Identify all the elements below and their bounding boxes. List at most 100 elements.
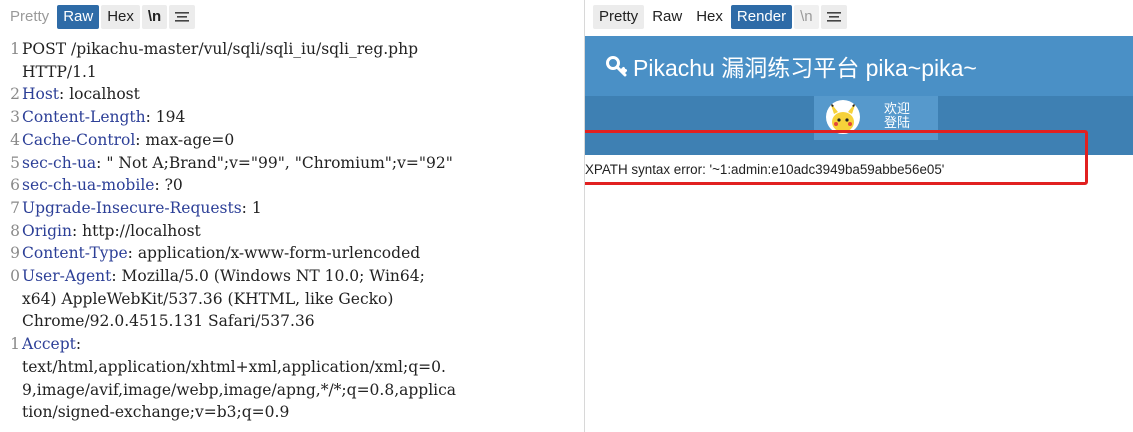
code-line: tion/signed-exchange;v=b3;q=0.9 xyxy=(0,401,584,424)
line-number: 1 xyxy=(10,40,20,58)
line-text: Cache-Control: max-age=0 xyxy=(20,129,234,152)
header-value: : application/x-www-form-urlencoded xyxy=(127,244,421,263)
code-line: 8 Origin: http://localhost xyxy=(0,220,584,243)
header-value: 9,image/avif,image/webp,image/apng,*/*;q… xyxy=(22,380,457,399)
header-name: Host xyxy=(22,85,60,104)
header-value: : 194 xyxy=(145,108,186,127)
request-toolbar: Pretty Raw Hex \n xyxy=(0,0,584,34)
code-line: 7 Upgrade-Insecure-Requests: 1 xyxy=(0,197,584,220)
header-value: tion/signed-exchange;v=b3;q=0.9 xyxy=(22,403,290,422)
line-text: sec-ch-ua-mobile: ?0 xyxy=(20,174,183,197)
header-value: HTTP/1.1 xyxy=(22,62,97,81)
code-line: 1 POST /pikachu-master/vul/sqli/sqli_iu/s… xyxy=(0,38,584,61)
site-title: Pikachu 漏洞练习平台 pika~pika~ xyxy=(633,55,977,81)
newline-toggle-button[interactable]: \n xyxy=(141,5,168,29)
header-value: : ?0 xyxy=(154,176,183,195)
tab-raw[interactable]: Raw xyxy=(646,5,688,29)
header-value: Chrome/92.0.4515.131 Safari/537.36 xyxy=(22,312,315,331)
line-text: User-Agent: Mozilla/5.0 (Windows NT 10.0… xyxy=(20,265,425,288)
code-line: 2 Host: localhost xyxy=(0,83,584,106)
site-banner: Pikachu 漏洞练习平台 pika~pika~ xyxy=(585,36,1133,96)
code-line: 5 sec-ch-ua: " Not A;Brand";v="99", "Chro… xyxy=(0,152,584,175)
header-name: Accept xyxy=(22,335,76,354)
header-value: : 1 xyxy=(241,198,262,217)
line-text: Accept: xyxy=(20,333,81,356)
line-number: 3 xyxy=(10,108,20,127)
header-value: : localhost xyxy=(59,85,140,104)
line-number: 8 xyxy=(10,221,20,240)
header-name: User-Agent xyxy=(22,267,112,286)
header-name: Cache-Control xyxy=(22,130,136,149)
line-text: text/html,application/xhtml+xml,applicat… xyxy=(20,356,446,379)
menu-icon[interactable] xyxy=(169,5,196,29)
header-value: : xyxy=(75,335,82,354)
response-toolbar: Pretty Raw Hex Render \n xyxy=(585,0,1133,34)
code-line: Chrome/92.0.4515.131 Safari/537.36 xyxy=(0,310,584,333)
code-line: text/html,application/xhtml+xml,applicat… xyxy=(0,356,584,379)
request-editor[interactable]: 1 POST /pikachu-master/vul/sqli/sqli_iu/s… xyxy=(0,38,584,424)
header-value: text/html,application/xhtml+xml,applicat… xyxy=(22,357,446,376)
pikachu-avatar-icon xyxy=(826,100,860,134)
code-line: 6 sec-ch-ua-mobile: ?0 xyxy=(0,174,584,197)
line-text: HTTP/1.1 xyxy=(20,61,97,84)
line-text: Content-Type: application/x-www-form-url… xyxy=(20,242,420,265)
request-pane: Pretty Raw Hex \n 1 POST /pikachu-master/… xyxy=(0,0,584,432)
tab-raw[interactable]: Raw xyxy=(57,5,100,29)
header-name: Content-Length xyxy=(22,108,146,127)
line-number: 5 xyxy=(10,153,20,172)
tab-hex[interactable]: Hex xyxy=(690,5,729,29)
line-number xyxy=(0,310,20,333)
newline-toggle-button[interactable]: \n xyxy=(794,5,819,29)
line-number xyxy=(0,61,20,84)
code-line: 0 User-Agent: Mozilla/5.0 (Windows NT 10.… xyxy=(0,265,584,288)
line-number xyxy=(0,401,20,424)
tab-hex[interactable]: Hex xyxy=(101,5,140,29)
header-name: Upgrade-Insecure-Requests xyxy=(22,198,242,217)
line-number: 6 xyxy=(10,176,20,195)
header-name: Content-Type xyxy=(22,244,128,263)
header-value: POST /pikachu-master/vul/sqli/sqli_iu/sq… xyxy=(22,40,418,58)
line-text: Content-Length: 194 xyxy=(20,106,185,129)
menu-icon[interactable] xyxy=(820,5,847,29)
line-number: 4 xyxy=(10,130,20,149)
line-number: 0 xyxy=(10,267,20,286)
tab-pretty[interactable]: Pretty xyxy=(593,5,645,29)
header-value: : max-age=0 xyxy=(135,130,235,149)
code-line: x64) AppleWebKit/537.36 (KHTML, like Gec… xyxy=(0,288,584,311)
line-text: tion/signed-exchange;v=b3;q=0.9 xyxy=(20,401,289,424)
line-text: sec-ch-ua: " Not A;Brand";v="99", "Chrom… xyxy=(20,152,453,175)
header-name: Origin xyxy=(22,221,72,240)
code-line: 9,image/avif,image/webp,image/apng,*/*;q… xyxy=(0,379,584,402)
tab-render[interactable]: Render xyxy=(730,5,793,29)
line-text: POST /pikachu-master/vul/sqli/sqli_iu/sq… xyxy=(20,38,418,61)
code-line: 3 Content-Length: 194 xyxy=(0,106,584,129)
line-text: Upgrade-Insecure-Requests: 1 xyxy=(20,197,262,220)
code-line: HTTP/1.1 xyxy=(0,61,584,84)
welcome-text[interactable]: 欢迎 登陆 xyxy=(884,102,924,130)
line-text: 9,image/avif,image/webp,image/apng,*/*;q… xyxy=(20,379,456,402)
key-icon xyxy=(605,55,627,77)
xpath-error-message: XPATH syntax error: '~1:admin:e10adc3949… xyxy=(585,162,945,177)
line-number: 1 xyxy=(10,335,20,354)
line-text: Chrome/92.0.4515.131 Safari/537.36 xyxy=(20,310,315,333)
code-line: 9 Content-Type: application/x-www-form-ur… xyxy=(0,242,584,265)
line-text: Origin: http://localhost xyxy=(20,220,201,243)
line-number xyxy=(0,288,20,311)
header-value: x64) AppleWebKit/537.36 (KHTML, like Gec… xyxy=(22,289,394,308)
line-number: 7 xyxy=(10,198,20,217)
line-number xyxy=(0,356,20,379)
code-line: 4 Cache-Control: max-age=0 xyxy=(0,129,584,152)
line-number xyxy=(0,379,20,402)
line-number: 2 xyxy=(10,85,20,104)
header-value: : http://localhost xyxy=(71,221,201,240)
line-text: x64) AppleWebKit/537.36 (KHTML, like Gec… xyxy=(20,288,393,311)
response-pane: Pretty Raw Hex Render \n Pikachu 漏洞练习平台 … xyxy=(585,0,1133,432)
header-name: sec-ch-ua xyxy=(22,153,97,172)
header-value: : " Not A;Brand";v="99", "Chromium";v="9… xyxy=(96,153,453,172)
header-name: sec-ch-ua-mobile xyxy=(22,176,155,195)
line-text: Host: localhost xyxy=(20,83,140,106)
tab-pretty[interactable]: Pretty xyxy=(4,5,55,29)
line-number: 9 xyxy=(10,244,20,263)
header-value: : Mozilla/5.0 (Windows NT 10.0; Win64; xyxy=(111,267,425,286)
code-line: 1 Accept: xyxy=(0,333,584,356)
